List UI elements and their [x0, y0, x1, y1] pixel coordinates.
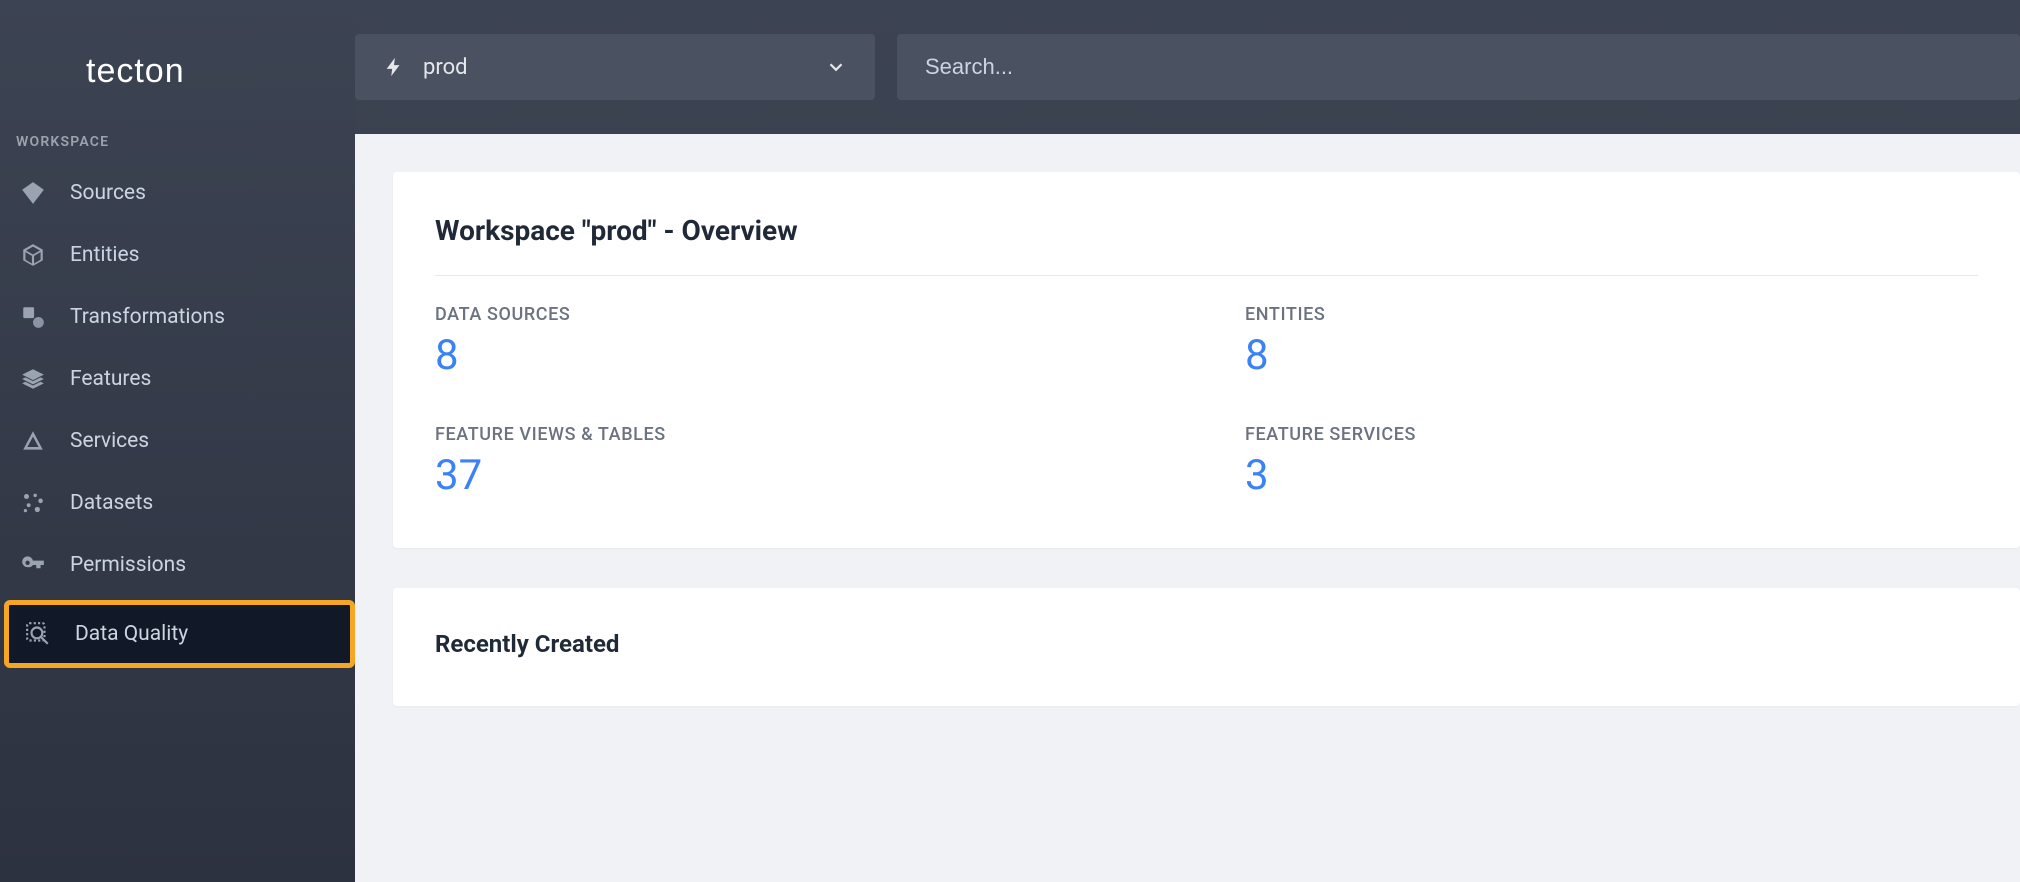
search-input[interactable] [925, 54, 1992, 80]
content-area: Workspace "prod" - Overview DATA SOURCES… [355, 134, 2020, 882]
sidebar-item-label: Services [70, 429, 149, 453]
stat-value[interactable]: 8 [1245, 331, 1978, 380]
sidebar: tecton WORKSPACE Sources Entities [0, 0, 355, 882]
chevron-down-icon [825, 56, 847, 78]
sidebar-item-features[interactable]: Features [0, 348, 355, 410]
stat-key: ENTITIES [1245, 304, 1978, 325]
stat-value[interactable]: 3 [1245, 451, 1978, 500]
recently-created-card: Recently Created [393, 588, 2020, 706]
pyramid-icon [16, 424, 50, 458]
sidebar-item-label: Entities [70, 243, 139, 267]
brand-logo: tecton [0, 36, 355, 106]
sidebar-item-services[interactable]: Services [0, 410, 355, 472]
sidebar-item-label: Transformations [70, 305, 225, 329]
sidebar-item-permissions[interactable]: Permissions [0, 534, 355, 596]
sidebar-item-data-quality[interactable]: Data Quality [4, 600, 355, 668]
sidebar-item-label: Sources [70, 181, 146, 205]
workspace-selector-value: prod [423, 55, 807, 80]
stat-key: FEATURE VIEWS & TABLES [435, 424, 1245, 445]
stat-feature-services: FEATURE SERVICES 3 [1245, 424, 1978, 500]
overview-card: Workspace "prod" - Overview DATA SOURCES… [393, 172, 2020, 548]
cube-icon [16, 238, 50, 272]
sidebar-item-datasets[interactable]: Datasets [0, 472, 355, 534]
svg-text:tecton: tecton [86, 52, 185, 90]
search-box[interactable] [897, 34, 2020, 100]
sidebar-item-sources[interactable]: Sources [0, 162, 355, 224]
page-title: Workspace "prod" - Overview [435, 214, 1978, 276]
stat-feature-views-tables: FEATURE VIEWS & TABLES 37 [435, 424, 1245, 500]
stat-value[interactable]: 37 [435, 451, 1245, 500]
stat-value[interactable]: 8 [435, 331, 1245, 380]
dots-icon [16, 486, 50, 520]
recently-created-title: Recently Created [435, 630, 1978, 658]
stat-entities: ENTITIES 8 [1245, 304, 1978, 380]
sidebar-item-label: Permissions [70, 553, 186, 577]
overview-stats: DATA SOURCES 8 ENTITIES 8 FEATURE VIEWS … [435, 304, 1978, 500]
sidebar-item-transformations[interactable]: Transformations [0, 286, 355, 348]
layers-icon [16, 362, 50, 396]
sidebar-item-label: Data Quality [75, 622, 188, 646]
key-icon [16, 548, 50, 582]
sidebar-item-label: Datasets [70, 491, 153, 515]
workspace-selector[interactable]: prod [355, 34, 875, 100]
sidebar-item-entities[interactable]: Entities [0, 224, 355, 286]
main-column: prod Workspace "prod" - Overview DATA SO… [355, 0, 2020, 882]
stat-data-sources: DATA SOURCES 8 [435, 304, 1245, 380]
diamond-icon [16, 176, 50, 210]
sidebar-section-label: WORKSPACE [0, 106, 355, 162]
bolt-icon [383, 56, 405, 78]
app-root: tecton WORKSPACE Sources Entities [0, 0, 2020, 882]
stat-key: DATA SOURCES [435, 304, 1245, 325]
stat-key: FEATURE SERVICES [1245, 424, 1978, 445]
magnifier-grid-icon [21, 617, 55, 651]
topbar: prod [355, 0, 2020, 134]
sidebar-item-label: Features [70, 367, 151, 391]
sidebar-nav: Sources Entities Transformations Feature… [0, 162, 355, 672]
shapes-icon [16, 300, 50, 334]
